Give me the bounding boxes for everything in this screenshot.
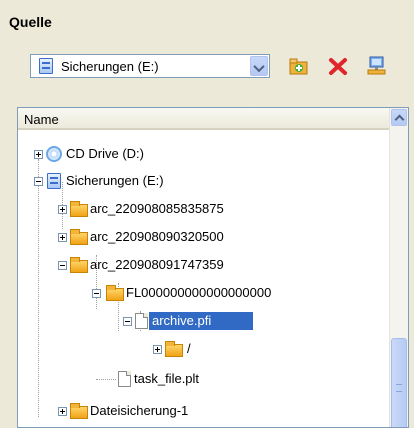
source-dropdown[interactable]: Sicherungen (E:) bbox=[30, 54, 270, 78]
tree-item-cd-drive[interactable]: CD Drive (D:) bbox=[18, 144, 388, 164]
tree-item-arc-3[interactable]: arc_220908091747359 bbox=[18, 255, 388, 275]
folder-icon bbox=[165, 341, 183, 357]
collapse-icon[interactable] bbox=[123, 317, 132, 326]
collapse-icon[interactable] bbox=[34, 177, 43, 186]
expand-icon[interactable] bbox=[153, 345, 162, 354]
tree-item-root-folder[interactable]: / bbox=[18, 339, 388, 359]
panel-title: Quelle bbox=[9, 14, 52, 30]
folder-icon bbox=[70, 257, 88, 273]
folder-icon bbox=[70, 229, 88, 245]
tree-item-label: arc_220908085835875 bbox=[90, 201, 224, 216]
tree-item-dateisicherung[interactable]: Dateisicherung-1 bbox=[18, 401, 388, 421]
expand-icon[interactable] bbox=[58, 233, 67, 242]
network-computer-icon[interactable] bbox=[365, 55, 387, 77]
tree-item-archive[interactable]: archive.pfi bbox=[18, 311, 388, 331]
tree-item-sicherungen[interactable]: Sicherungen (E:) bbox=[18, 171, 388, 191]
scroll-up-button[interactable] bbox=[391, 109, 407, 126]
tree-item-label: Sicherungen (E:) bbox=[66, 173, 164, 188]
folder-icon bbox=[70, 403, 88, 419]
tree-item-label: FL000000000000000000 bbox=[126, 285, 272, 300]
expand-icon[interactable] bbox=[58, 205, 67, 214]
cd-drive-icon bbox=[46, 146, 62, 162]
vertical-scrollbar[interactable] bbox=[389, 108, 408, 427]
tree-item-label: arc_220908091747359 bbox=[90, 257, 224, 272]
scroll-thumb[interactable] bbox=[391, 338, 407, 427]
tree-item-task-file[interactable]: task_file.plt bbox=[18, 369, 388, 389]
folder-icon bbox=[106, 285, 124, 301]
collapse-icon[interactable] bbox=[58, 261, 67, 270]
drive-icon bbox=[47, 173, 61, 189]
expand-icon[interactable] bbox=[34, 150, 43, 159]
file-icon bbox=[118, 371, 131, 387]
red-x-icon[interactable] bbox=[327, 55, 349, 77]
tree-item-arc-2[interactable]: arc_220908090320500 bbox=[18, 227, 388, 247]
tree-item-label: / bbox=[187, 341, 191, 356]
column-header-label: Name bbox=[24, 112, 59, 127]
tree-item-label: archive.pfi bbox=[149, 312, 254, 330]
tree-item-label: Dateisicherung-1 bbox=[90, 403, 189, 418]
expand-icon[interactable] bbox=[58, 407, 67, 416]
tree-item-fl-folder[interactable]: FL000000000000000000 bbox=[18, 283, 388, 303]
tree-item-label: arc_220908090320500 bbox=[90, 229, 224, 244]
collapse-icon[interactable] bbox=[92, 289, 101, 298]
chevron-down-icon[interactable] bbox=[250, 56, 268, 76]
file-tree: Name CD Drive (D:) Sicherungen (E:) arc_… bbox=[17, 107, 409, 428]
tree-line bbox=[96, 379, 116, 380]
drive-icon bbox=[39, 58, 53, 74]
folder-icon bbox=[70, 201, 88, 217]
column-header-name[interactable]: Name bbox=[18, 108, 390, 130]
tree-item-label: CD Drive (D:) bbox=[66, 146, 144, 161]
tree-item-arc-1[interactable]: arc_220908085835875 bbox=[18, 199, 388, 219]
tree-item-label: task_file.plt bbox=[134, 371, 200, 386]
folder-add-icon[interactable] bbox=[288, 55, 310, 77]
source-dropdown-value: Sicherungen (E:) bbox=[61, 59, 159, 74]
file-icon bbox=[135, 313, 148, 329]
